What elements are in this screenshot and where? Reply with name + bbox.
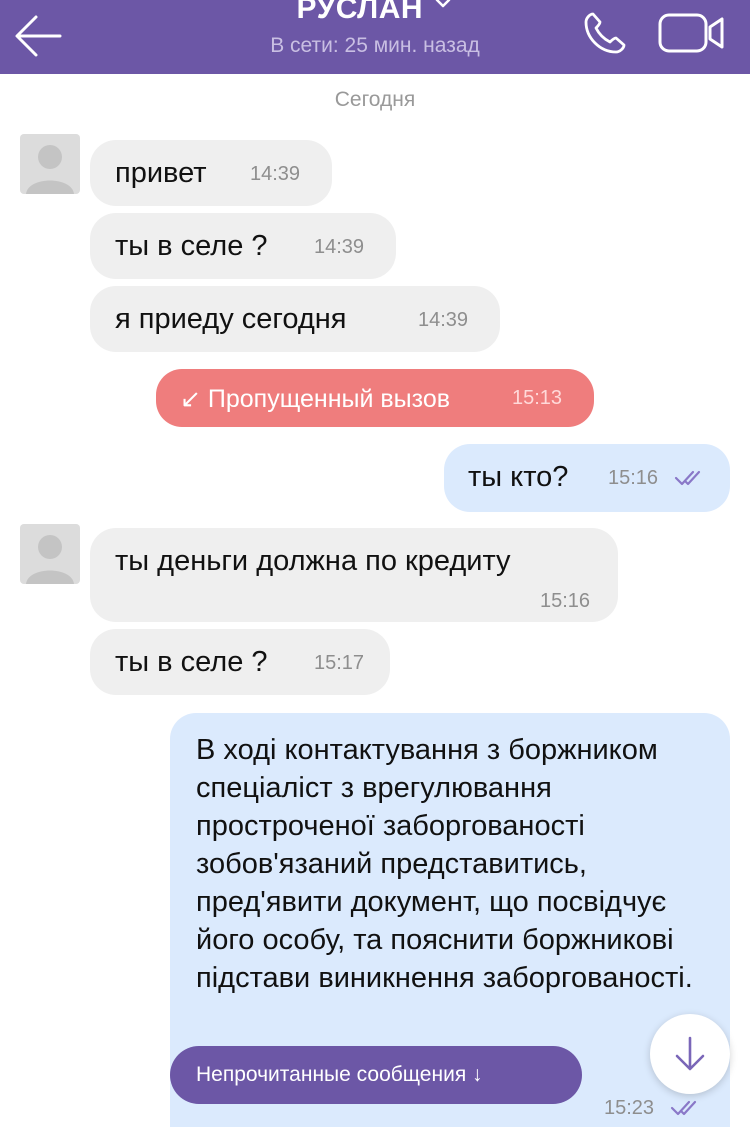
arrow-down-icon	[675, 1036, 705, 1071]
incoming-message[interactable]: я приеду сегодня 14:39	[90, 286, 500, 352]
message-time: 15:17	[314, 652, 365, 674]
message-text: ты кто?	[468, 461, 569, 493]
back-button[interactable]	[12, 12, 64, 60]
message-text: ты в селе ?	[115, 230, 268, 262]
date-separator: Сегодня	[334, 88, 416, 111]
read-checkmarks-icon	[670, 1100, 697, 1116]
chevron-down-icon	[435, 0, 450, 8]
scroll-to-bottom-button[interactable]	[650, 1014, 730, 1094]
unread-messages-button[interactable]: Непрочитанные сообщения ↓	[170, 1046, 582, 1104]
message-time: 15:13	[512, 387, 563, 409]
message-text: привет	[115, 157, 207, 189]
arrow-left-icon	[15, 15, 62, 57]
outgoing-message[interactable]: ты кто? 15:16	[444, 444, 730, 512]
read-checkmarks-icon	[674, 470, 701, 486]
incoming-message[interactable]: ты деньги должна по кредиту 15:16	[90, 528, 618, 622]
contact-name-button[interactable]: РУСЛАН	[200, 0, 550, 26]
chat-header: РУСЛАН В сети: 25 мин. назад	[0, 0, 750, 74]
missed-call-notice[interactable]: ↙ Пропущенный вызов 15:13	[156, 369, 594, 427]
video-call-button[interactable]	[656, 10, 730, 56]
contact-status: В сети: 25 мин. назад	[270, 34, 480, 57]
unread-messages-label: Непрочитанные сообщения ↓	[196, 1063, 483, 1086]
message-text: В ході контактування з боржником спеціал…	[196, 734, 693, 994]
message-time: 15:16	[540, 590, 591, 612]
user-placeholder-icon	[26, 535, 74, 584]
avatar[interactable]	[20, 524, 80, 584]
avatar[interactable]	[20, 134, 80, 194]
incoming-message[interactable]: ты в селе ? 14:39	[90, 213, 396, 279]
message-time: 15:23	[604, 1097, 655, 1119]
missed-call-label: ↙ Пропущенный вызов	[180, 385, 451, 413]
message-time: 14:39	[418, 309, 469, 331]
phone-icon	[584, 12, 626, 54]
message-text: я приеду сегодня	[115, 303, 347, 335]
video-camera-icon	[658, 13, 724, 53]
message-text: ты в селе ?	[115, 646, 268, 678]
message-text: ты деньги должна по кредиту	[115, 545, 511, 577]
message-time: 14:39	[250, 163, 301, 185]
incoming-message[interactable]: привет 14:39	[90, 140, 332, 206]
user-placeholder-icon	[26, 145, 74, 194]
incoming-message[interactable]: ты в селе ? 15:17	[90, 629, 390, 695]
contact-name: РУСЛАН	[296, 0, 424, 25]
message-time: 15:16	[608, 467, 659, 489]
message-time: 14:39	[314, 236, 365, 258]
call-button[interactable]	[580, 8, 630, 58]
